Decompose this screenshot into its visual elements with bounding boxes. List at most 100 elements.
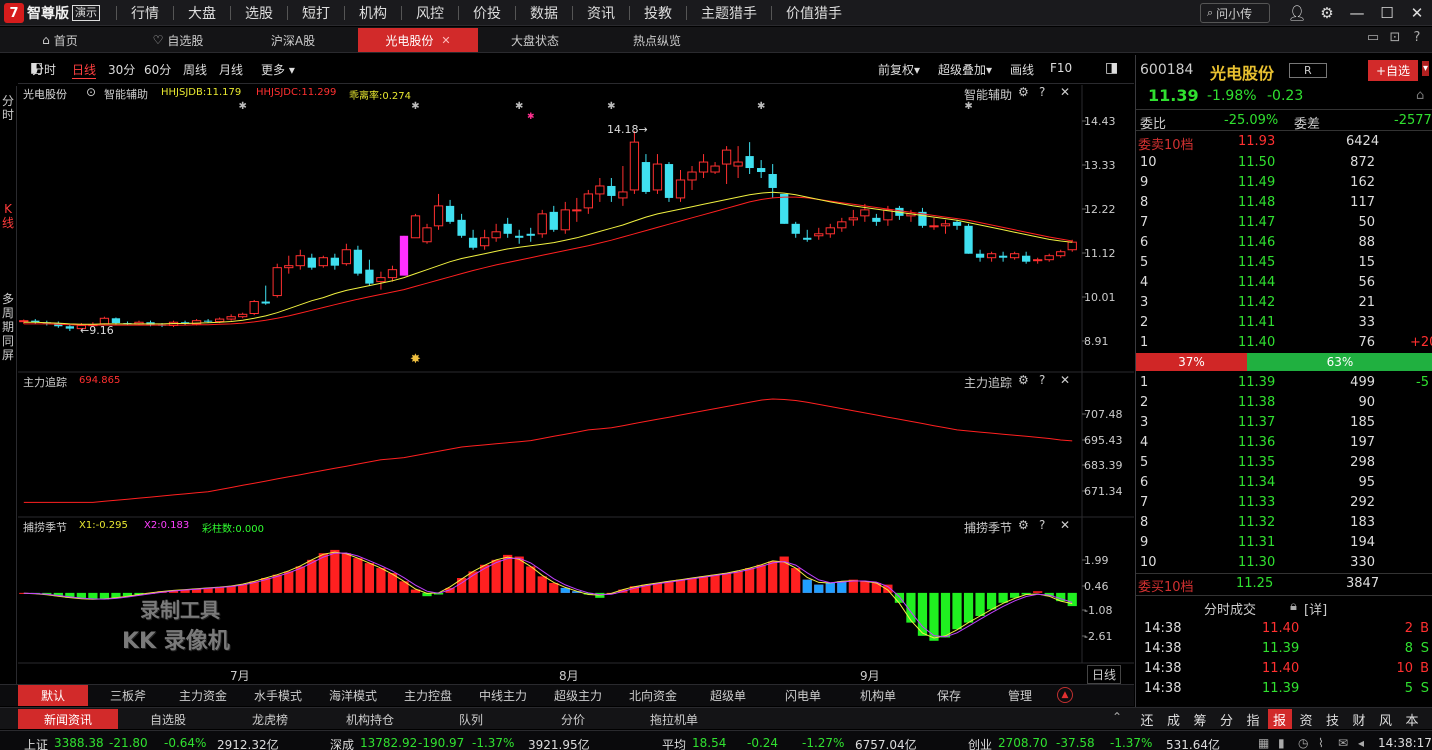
period-item[interactable]: 日线 (72, 61, 97, 79)
ask-row[interactable]: 4 11.44 56 (1136, 273, 1432, 293)
bid-row[interactable]: 9 11.31 194 (1136, 533, 1432, 553)
indicator-tab[interactable]: 主力控盘 (390, 685, 466, 706)
ticks-detail-link[interactable]: [详] (1304, 599, 1327, 618)
volume-icon[interactable]: ◂ (1358, 736, 1364, 750)
message-icon[interactable]: ▭ (1362, 30, 1384, 45)
panel3-settings-icon[interactable]: ⚙︎ (1018, 518, 1029, 532)
add-watchlist-button[interactable]: +自选 (1368, 60, 1419, 81)
right-nav-item[interactable]: 风 (1374, 709, 1398, 729)
tab-5[interactable]: 热点纵览 (612, 28, 702, 52)
tab-1[interactable]: ♡ 自选股 (142, 28, 214, 52)
period-item[interactable]: 周线 (183, 61, 207, 78)
ask-row[interactable]: 3 11.42 21 (1136, 293, 1432, 313)
panel2-close-icon[interactable]: ✕ (1060, 373, 1070, 387)
panel1-help-icon[interactable]: ? (1039, 85, 1045, 99)
close-icon[interactable]: ✕ (1402, 0, 1432, 26)
menu-item[interactable]: 主题猎手 (687, 3, 771, 23)
bid-row[interactable]: 5 11.35 298 (1136, 453, 1432, 473)
sidebar-tab-kline[interactable]: K线 (0, 202, 16, 230)
right-nav-item[interactable]: 技 (1321, 709, 1345, 729)
right-nav-item[interactable]: 分 (1215, 709, 1239, 729)
indicator-tab[interactable]: 水手模式 (240, 685, 316, 706)
ask-row[interactable]: 1 11.40 76 +20 (1136, 333, 1432, 353)
panel1-settings-icon[interactable]: ⚙︎ (1018, 85, 1029, 99)
news-tab[interactable]: 自选股 (118, 709, 218, 729)
indicator-tab[interactable]: 超级主力 (540, 685, 616, 706)
add-dropdown-icon[interactable]: ▾ (1422, 61, 1430, 76)
chart-tool-item[interactable]: 超级叠加▾ (938, 61, 992, 78)
ask-row[interactable]: 8 11.48 117 (1136, 193, 1432, 213)
ask-search-box[interactable]: ⌕ 问小传 (1200, 3, 1270, 23)
right-nav-item[interactable]: 指 (1241, 709, 1265, 729)
bid-row[interactable]: 6 11.34 95 (1136, 473, 1432, 493)
indicator-tab[interactable]: 管理 (990, 685, 1050, 706)
app-logo[interactable]: 7 智尊版 演示 (4, 3, 100, 23)
panel3-help-icon[interactable]: ? (1039, 518, 1045, 532)
index-name[interactable]: 平均 (662, 736, 686, 750)
menu-item[interactable]: 数据 (516, 3, 572, 23)
indicator-tab[interactable]: 北向资金 (616, 685, 690, 706)
ask-row[interactable]: 10 11.50 872 (1136, 153, 1432, 173)
ask-row[interactable]: 7 11.47 50 (1136, 213, 1432, 233)
period-label[interactable]: 日线 (1087, 665, 1122, 684)
user-icon[interactable]: 👤︎ (1282, 0, 1312, 26)
tab-3[interactable]: 光电股份 ✕ (358, 28, 478, 52)
menu-item[interactable]: 机构 (345, 3, 401, 23)
right-nav-item[interactable]: 资 (1294, 709, 1318, 729)
layout-icon[interactable]: ⊡ (1384, 30, 1406, 45)
bid-row[interactable]: 4 11.36 197 (1136, 433, 1432, 453)
ask-row[interactable]: 2 11.41 33 (1136, 313, 1432, 333)
news-tab[interactable]: 分价 (524, 709, 622, 729)
indicator-tab[interactable]: 保存 (916, 685, 982, 706)
tab-close-icon[interactable]: ✕ (441, 34, 450, 47)
menu-item[interactable]: 风控 (402, 3, 458, 23)
right-nav-item[interactable]: 成 (1162, 709, 1186, 729)
period-item[interactable]: 分时 (32, 61, 56, 78)
chart-tool-item[interactable]: F10 (1050, 61, 1072, 75)
minimize-icon[interactable]: — (1342, 0, 1372, 26)
menu-item[interactable]: 短打 (288, 3, 344, 23)
collapse-up-icon[interactable]: ▲ (1057, 687, 1073, 703)
bid-row[interactable]: 2 11.38 90 (1136, 393, 1432, 413)
menu-item[interactable]: 资讯 (573, 3, 629, 23)
indicator-tab[interactable]: 主力资金 (166, 685, 240, 706)
news-tab[interactable]: 龙虎榜 (218, 709, 322, 729)
help-icon[interactable]: ? (1406, 30, 1428, 45)
panel1-close-icon[interactable]: ✕ (1060, 85, 1070, 99)
period-item[interactable]: 60分 (144, 61, 171, 78)
index-name[interactable]: 深成 (330, 736, 354, 750)
menu-item[interactable]: 价投 (459, 3, 515, 23)
news-tab[interactable]: 机构持仓 (322, 709, 418, 729)
bid-row[interactable]: 8 11.32 183 (1136, 513, 1432, 533)
sidebar-tab-timeshare[interactable]: 分时 (0, 94, 16, 122)
right-nav-item[interactable]: 财 (1347, 709, 1371, 729)
tab-0[interactable]: ⌂ 首页 (30, 28, 90, 52)
collapse-icon[interactable]: ⌃ (1112, 710, 1122, 724)
period-item[interactable]: 更多 ▾ (261, 61, 295, 78)
calendar-icon[interactable]: ▦ (1258, 736, 1269, 750)
right-nav-item[interactable]: 还 (1135, 709, 1159, 729)
lock-icon[interactable]: 🔒︎ (1290, 599, 1297, 614)
chart-area[interactable]: ✱ ✱ ✱ ✱ ✱ ✱ ✱ ✸ 光电股份 ⊙ 智能辅助 HHJSJDB:11.179 HHJS… (18, 85, 1134, 685)
menu-item[interactable]: 投教 (630, 3, 686, 23)
indicator-tab[interactable]: 超级单 (690, 685, 766, 706)
news-tab[interactable]: 拖拉机单 (622, 709, 726, 729)
indicator-tab[interactable]: 闪电单 (766, 685, 840, 706)
indicator-tab[interactable]: 三板斧 (90, 685, 166, 706)
ask-row[interactable]: 9 11.49 162 (1136, 173, 1432, 193)
indicator-tab[interactable]: 默认 (18, 685, 88, 706)
panel-toggle-icon[interactable]: ◨ (1105, 60, 1118, 76)
index-name[interactable]: 创业 (968, 736, 992, 750)
right-nav-item[interactable]: 本 (1400, 709, 1424, 729)
tab-2[interactable]: 沪深A股 (248, 28, 338, 52)
ask-row[interactable]: 5 11.45 15 (1136, 253, 1432, 273)
panel3-close-icon[interactable]: ✕ (1060, 518, 1070, 532)
chart-tool-item[interactable]: 画线 (1010, 61, 1034, 78)
menu-item[interactable]: 选股 (231, 3, 287, 23)
right-nav-item[interactable]: 筹 (1188, 709, 1212, 729)
indicator-tab[interactable]: 海洋模式 (316, 685, 390, 706)
sidebar-tab-multiperiod[interactable]: 多周期同屏 (0, 292, 16, 362)
news-tab[interactable]: 新闻资讯 (18, 709, 118, 729)
right-nav-item[interactable]: 报 (1267, 709, 1292, 729)
news-tab[interactable]: 队列 (418, 709, 524, 729)
